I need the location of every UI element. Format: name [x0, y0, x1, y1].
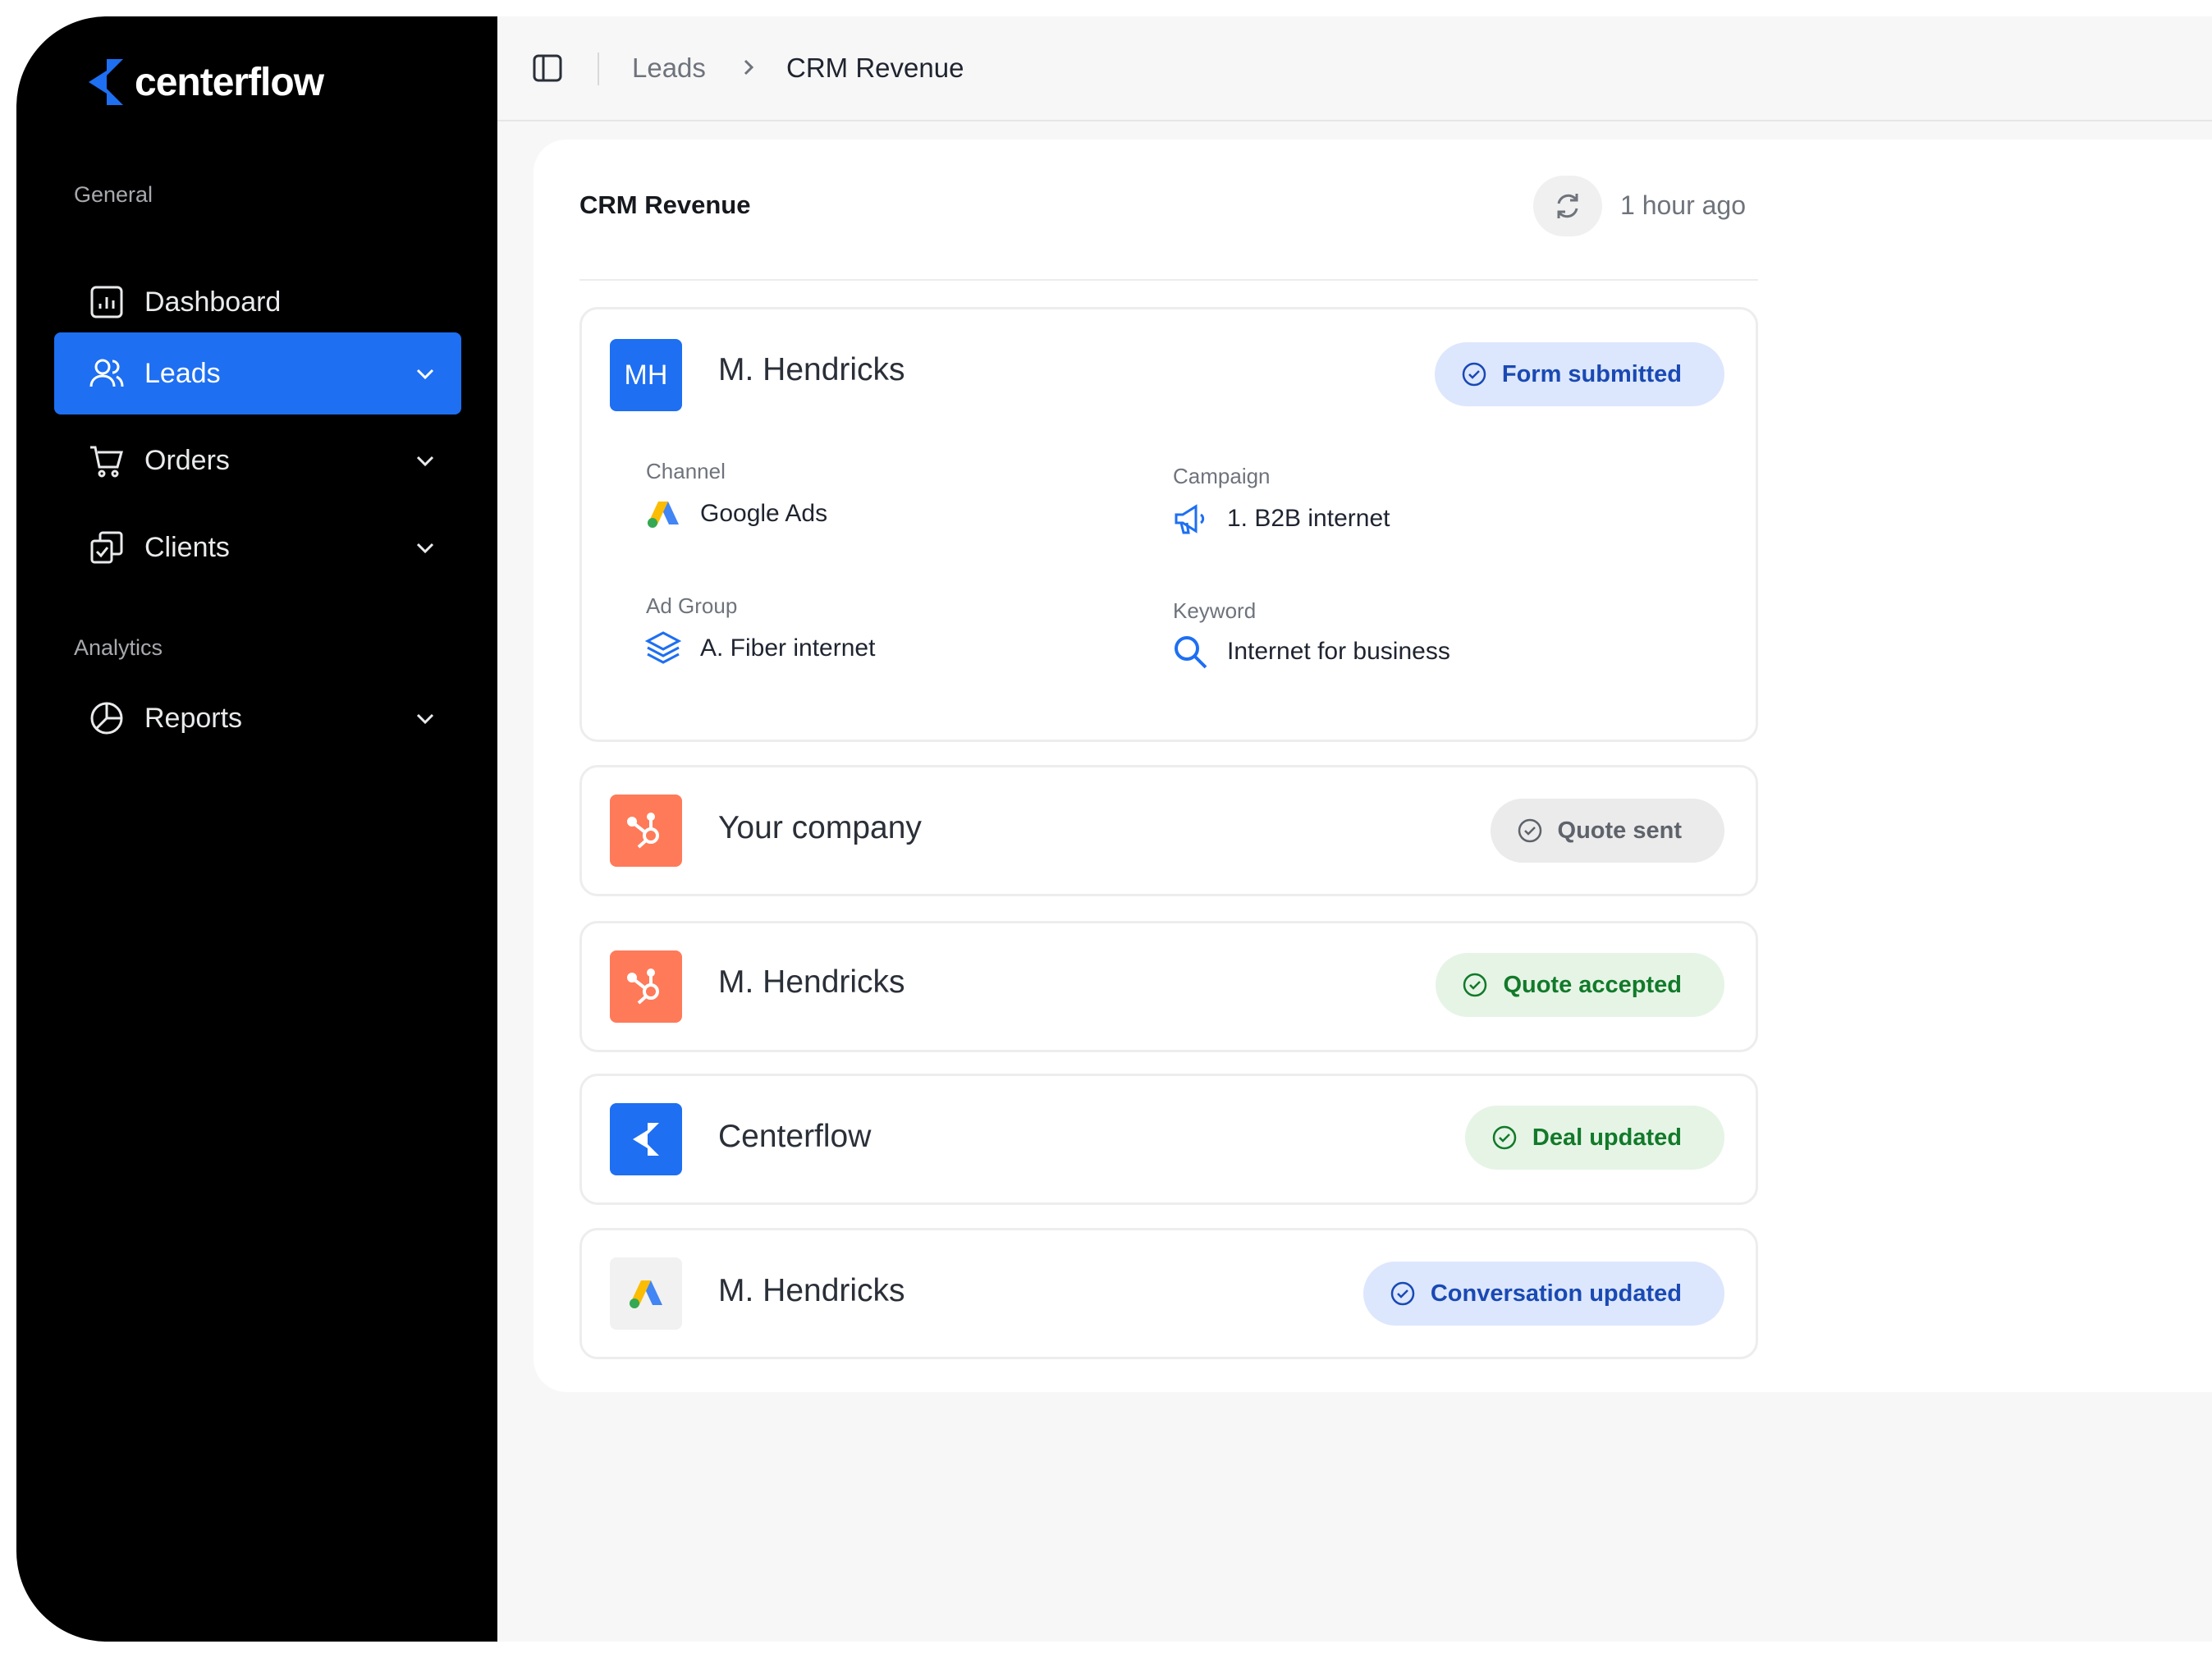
status-badge: Quote sent	[1490, 799, 1724, 863]
sidebar-toggle-icon[interactable]	[532, 53, 563, 84]
adgroup-label: Ad Group	[646, 593, 738, 618]
sidebar-item-orders[interactable]: Orders	[54, 419, 461, 502]
topbar: Leads CRM Revenue	[497, 16, 2212, 121]
clients-icon	[89, 529, 125, 566]
avatar	[610, 1103, 682, 1175]
hubspot-icon	[627, 969, 659, 1005]
sidebar: centerflow General Dashboard Leads Order…	[16, 16, 497, 1642]
lead-name: M. Hendricks	[718, 1273, 905, 1308]
sidebar-item-leads[interactable]: Leads	[54, 332, 461, 414]
check-circle-icon	[1492, 1125, 1517, 1150]
sidebar-item-label: Reports	[144, 702, 243, 734]
status-text: Quote accepted	[1503, 971, 1682, 998]
section-label-analytics: Analytics	[74, 635, 163, 660]
lead-card[interactable]: Centerflow Deal updated	[579, 1074, 1758, 1205]
panel-title: CRM Revenue	[579, 190, 751, 219]
dashboard-icon	[89, 284, 125, 320]
centerflow-icon	[633, 1123, 659, 1156]
lead-card[interactable]: M. Hendricks Conversation updated	[579, 1228, 1758, 1359]
megaphone-icon	[1175, 504, 1205, 534]
status-text: Deal updated	[1532, 1124, 1682, 1151]
refresh-button[interactable]	[1533, 176, 1602, 236]
status-badge: Conversation updated	[1362, 1262, 1724, 1326]
status-text: Quote sent	[1557, 817, 1682, 844]
keyword-label: Keyword	[1173, 598, 1257, 623]
centerflow-logo-icon	[89, 59, 123, 105]
search-icon	[1175, 636, 1207, 669]
lead-name: M. Hendricks	[718, 352, 905, 387]
check-circle-icon	[1463, 973, 1487, 997]
campaign-value: 1. B2B internet	[1171, 500, 1390, 538]
lead-card[interactable]: Your company Quote sent	[579, 765, 1758, 896]
lead-card[interactable]: M. Hendricks Quote accepted	[579, 921, 1758, 1052]
chevron-down-icon[interactable]	[414, 362, 437, 385]
refresh-icon	[1557, 194, 1578, 218]
cart-icon	[89, 442, 125, 479]
sidebar-item-clients[interactable]: Clients	[54, 506, 461, 589]
chevron-down-icon[interactable]	[414, 536, 437, 559]
lead-name: M. Hendricks	[718, 964, 905, 1000]
avatar	[610, 950, 682, 1023]
check-circle-icon	[1518, 818, 1541, 843]
layers-icon	[644, 631, 682, 664]
main-area: Leads CRM Revenue CRM Revenue 1 hour ago…	[497, 16, 2212, 1642]
chevron-right-icon	[744, 59, 754, 76]
brand[interactable]: centerflow	[89, 59, 324, 105]
adgroup-value: A. Fiber internet	[644, 630, 875, 667]
sidebar-item-label: Orders	[144, 444, 230, 476]
sidebar-item-label: Leads	[144, 357, 221, 389]
status-text: Conversation updated	[1430, 1280, 1682, 1307]
users-icon	[89, 355, 125, 392]
sidebar-item-dashboard[interactable]: Dashboard	[54, 261, 461, 343]
panel-divider	[579, 279, 1758, 281]
lead-name: Your company	[718, 810, 922, 845]
campaign-label: Campaign	[1173, 464, 1271, 488]
status-badge: Quote accepted	[1436, 953, 1724, 1017]
lead-card[interactable]: MH M. Hendricks Form submitted Channel G…	[579, 307, 1758, 742]
check-circle-icon	[1390, 1281, 1415, 1306]
avatar: MH	[610, 339, 682, 411]
pie-chart-icon	[89, 700, 125, 736]
status-text: Form submitted	[1501, 360, 1682, 387]
lead-name: Centerflow	[718, 1119, 872, 1154]
status-badge: Form submitted	[1434, 342, 1724, 406]
sidebar-item-label: Clients	[144, 531, 230, 563]
last-updated: 1 hour ago	[1620, 190, 1747, 220]
status-badge: Deal updated	[1464, 1106, 1724, 1170]
avatar	[610, 795, 682, 867]
section-label-general: General	[74, 182, 153, 207]
hubspot-icon	[627, 813, 659, 849]
chevron-down-icon[interactable]	[414, 707, 437, 730]
keyword-value: Internet for business	[1171, 633, 1450, 671]
check-circle-icon	[1462, 362, 1486, 387]
google-ads-icon	[648, 502, 679, 528]
channel-label: Channel	[646, 459, 726, 483]
topbar-divider	[598, 53, 599, 85]
brand-name: centerflow	[135, 60, 324, 104]
avatar-initials: MH	[624, 359, 668, 391]
google-ads-icon	[630, 1280, 662, 1308]
chevron-down-icon[interactable]	[414, 449, 437, 472]
avatar	[610, 1257, 682, 1330]
breadcrumb-leads[interactable]: Leads	[632, 53, 706, 84]
sidebar-item-label: Dashboard	[144, 286, 282, 318]
breadcrumb-current: CRM Revenue	[786, 53, 964, 83]
channel-value: Google Ads	[644, 495, 827, 533]
sidebar-item-reports[interactable]: Reports	[54, 677, 461, 759]
crm-revenue-panel: CRM Revenue 1 hour ago MH M. Hendricks F…	[534, 140, 2212, 1392]
